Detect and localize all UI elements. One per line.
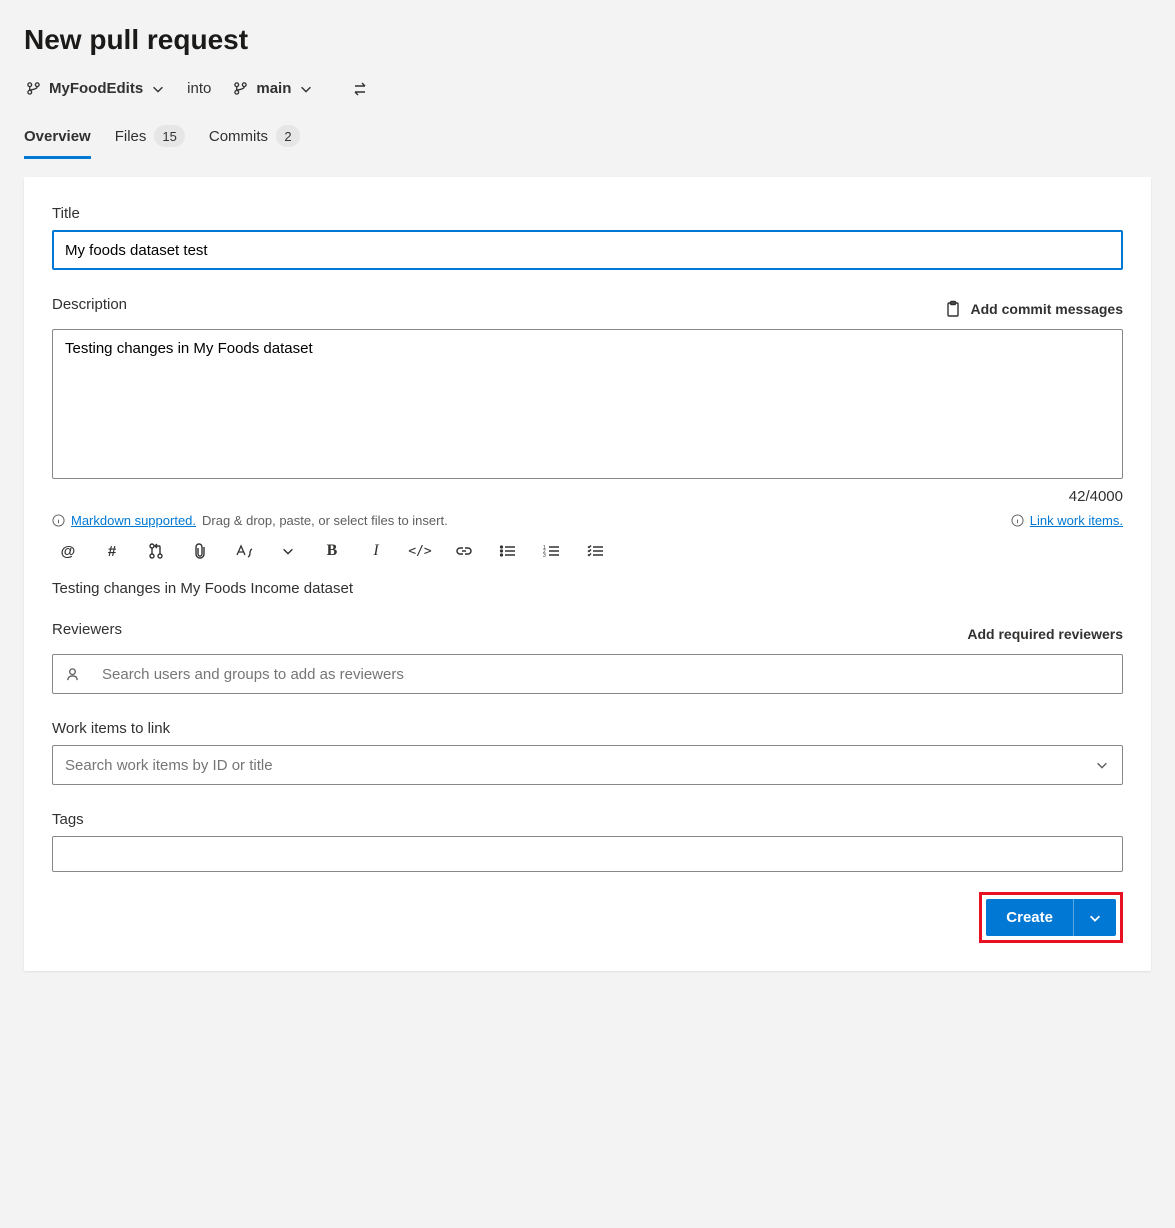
tab-files[interactable]: Files 15 <box>115 119 185 157</box>
markdown-hint: Drag & drop, paste, or select files to i… <box>202 513 448 528</box>
swap-branches-button[interactable] <box>349 77 373 101</box>
clipboard-icon <box>945 300 961 318</box>
pull-request-icon[interactable] <box>146 542 166 560</box>
title-label: Title <box>52 205 1123 222</box>
add-commit-messages-label: Add commit messages <box>971 301 1124 317</box>
chevron-down-icon <box>299 82 313 96</box>
branch-icon <box>233 81 248 96</box>
text-style-icon[interactable] <box>234 543 254 559</box>
attachment-icon[interactable] <box>190 542 210 560</box>
markdown-supported-link[interactable]: Markdown supported. <box>71 513 196 528</box>
create-dropdown-button[interactable] <box>1073 899 1116 936</box>
task-list-icon[interactable] <box>586 544 606 558</box>
source-branch-picker[interactable]: MyFoodEdits <box>24 76 167 101</box>
tab-commits[interactable]: Commits 2 <box>209 119 300 157</box>
reviewers-input[interactable] <box>52 654 1123 694</box>
create-button[interactable]: Create <box>986 899 1073 936</box>
tags-input[interactable] <box>52 836 1123 872</box>
work-items-label: Work items to link <box>52 720 1123 737</box>
link-icon[interactable] <box>454 544 474 558</box>
tab-files-count: 15 <box>154 125 184 147</box>
target-branch-name: main <box>256 80 291 97</box>
svg-text:3: 3 <box>543 553 546 558</box>
page-title: New pull request <box>24 24 1151 56</box>
bullet-list-icon[interactable] <box>498 544 518 558</box>
tags-label: Tags <box>52 811 1123 828</box>
source-branch-name: MyFoodEdits <box>49 80 143 97</box>
numbered-list-icon[interactable]: 1 2 3 <box>542 544 562 558</box>
bold-icon[interactable]: B <box>322 542 342 560</box>
tab-overview[interactable]: Overview <box>24 119 91 157</box>
code-icon[interactable]: </> <box>410 544 430 559</box>
tab-commits-label: Commits <box>209 128 268 145</box>
create-button-highlight: Create <box>979 892 1123 943</box>
info-icon <box>1011 514 1024 527</box>
add-required-reviewers-label: Add required reviewers <box>967 626 1123 642</box>
title-input[interactable] <box>52 230 1123 270</box>
chevron-down-icon <box>1088 911 1102 925</box>
chevron-down-icon[interactable] <box>278 544 298 558</box>
tab-files-label: Files <box>115 128 147 145</box>
reviewers-search[interactable] <box>90 655 1110 693</box>
into-label: into <box>187 80 211 97</box>
char-counter: 42/4000 <box>52 488 1123 505</box>
mention-icon[interactable]: @ <box>58 543 78 560</box>
add-commit-messages-button[interactable]: Add commit messages <box>945 300 1124 318</box>
person-icon <box>65 667 80 682</box>
tab-commits-count: 2 <box>276 125 300 147</box>
description-textarea[interactable] <box>52 329 1123 479</box>
tab-bar: Overview Files 15 Commits 2 <box>24 119 1151 157</box>
reviewers-label: Reviewers <box>52 621 122 638</box>
description-preview: Testing changes in My Foods Income datas… <box>52 580 1123 597</box>
tab-overview-label: Overview <box>24 128 91 145</box>
work-items-input[interactable] <box>52 745 1123 785</box>
target-branch-picker[interactable]: main <box>231 76 315 101</box>
branch-selector-row: MyFoodEdits into main <box>24 76 1151 101</box>
add-required-reviewers-button[interactable]: Add required reviewers <box>967 626 1123 642</box>
pr-form-card: Title Description Add commit messages 42… <box>24 177 1151 971</box>
create-button-label: Create <box>1006 909 1053 926</box>
info-icon <box>52 514 65 527</box>
hash-icon[interactable]: # <box>102 543 122 560</box>
chevron-down-icon <box>151 82 165 96</box>
branch-icon <box>26 81 41 96</box>
markdown-toolbar: @ # B I </> <box>52 528 1123 574</box>
link-work-items-link[interactable]: Link work items. <box>1030 513 1123 528</box>
swap-icon <box>353 81 369 97</box>
italic-icon[interactable]: I <box>366 542 386 560</box>
description-label: Description <box>52 296 127 313</box>
